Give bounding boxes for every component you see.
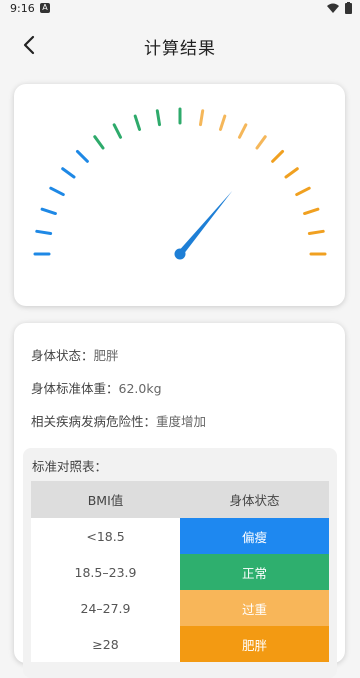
gauge-hub	[174, 248, 186, 260]
result-card: 身体状态：肥胖 身体标准体重：62.0kg 相关疾病发病危险性：重度增加 标准对…	[14, 323, 345, 678]
table-header-row: BMI值 身体状态	[31, 481, 329, 518]
row-status: 过重	[180, 590, 329, 626]
gauge-tick	[198, 109, 205, 127]
wifi-icon	[327, 3, 339, 13]
standard-weight-value: 62.0kg	[118, 381, 162, 396]
header-bmi: BMI值	[31, 481, 180, 518]
app-bar: 计算结果	[0, 18, 360, 74]
row-status: 正常	[180, 554, 329, 590]
bmi-reference-table: BMI值 身体状态 <18.5 偏瘦 18.5–23.9 正常 24–27.9 …	[31, 481, 329, 662]
table-row: <18.5 偏瘦	[31, 518, 329, 554]
table-row: 24–27.9 过重	[31, 590, 329, 626]
gauge-tick	[75, 149, 89, 163]
gauge-card	[14, 84, 345, 306]
chevron-left-icon	[23, 35, 35, 55]
table-title: 标准对照表：	[32, 459, 108, 474]
gauge-needle	[177, 190, 233, 256]
row-range: ≥28	[31, 626, 180, 662]
gauge-tick	[303, 207, 320, 216]
body-status-label: 身体状态：	[31, 348, 94, 363]
disease-risk-value: 重度增加	[156, 414, 207, 429]
gauge-tick	[61, 167, 76, 179]
battery-icon	[345, 2, 352, 14]
body-status-value: 肥胖	[93, 348, 119, 363]
notification-icon: A	[40, 3, 50, 13]
page-title: 计算结果	[144, 38, 216, 59]
gauge-tick	[35, 229, 53, 236]
row-status: 肥胖	[180, 626, 329, 662]
gauge-tick	[155, 109, 162, 127]
table-row: 18.5–23.9 正常	[31, 554, 329, 590]
standard-weight-line: 身体标准体重：62.0kg	[31, 378, 162, 397]
standard-weight-label: 身体标准体重：	[31, 381, 119, 396]
body-status-line: 身体状态：肥胖	[31, 345, 119, 364]
gauge-tick	[133, 114, 142, 131]
gauge-tick	[93, 135, 105, 150]
disease-risk-line: 相关疾病发病危险性：重度增加	[31, 411, 206, 430]
gauge-tick	[284, 167, 299, 179]
gauge-tick	[49, 186, 65, 197]
gauge-tick	[40, 207, 57, 216]
bmi-gauge	[33, 107, 327, 260]
row-range: 24–27.9	[31, 590, 180, 626]
status-time: 9:16	[10, 2, 35, 15]
back-button[interactable]	[14, 30, 44, 60]
gauge-tick	[307, 229, 325, 236]
status-right-icons	[327, 2, 352, 14]
row-range: <18.5	[31, 518, 180, 554]
status-bar: 9:16 A	[0, 0, 360, 18]
row-range: 18.5–23.9	[31, 554, 180, 590]
gauge-tick	[218, 114, 227, 131]
disease-risk-label: 相关疾病发病危险性：	[31, 414, 157, 429]
gauge-tick	[255, 135, 267, 150]
row-status: 偏瘦	[180, 518, 329, 554]
header-status: 身体状态	[180, 481, 329, 518]
reference-table-box: 标准对照表： BMI值 身体状态 <18.5 偏瘦 18.5–23.9 正常 2…	[23, 448, 337, 678]
gauge-tick	[295, 186, 311, 197]
gauge-tick	[237, 123, 248, 139]
table-row: ≥28 肥胖	[31, 626, 329, 662]
gauge-tick	[271, 149, 285, 163]
gauge-tick	[112, 123, 123, 139]
